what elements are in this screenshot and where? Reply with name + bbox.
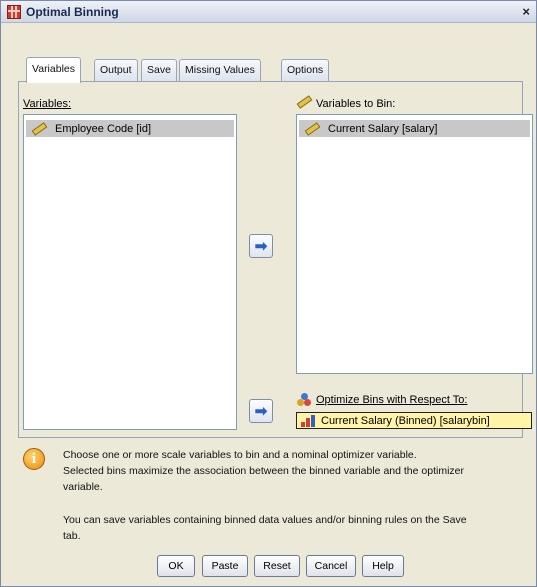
list-item-label: Employee Code [id] [55,122,151,135]
move-to-optimizer-button[interactable]: ➡ [249,399,273,423]
list-item-label: Current Salary [salary] [328,122,438,135]
info-line: You can save variables containing binned… [63,514,467,526]
optimize-bins-label-text: Optimize Bins with Respect To: [316,394,468,406]
tab-missing-values[interactable]: Missing Values [179,59,261,81]
cancel-button[interactable]: Cancel [306,555,356,577]
optimizer-variable-value: Current Salary (Binned) [salarybin] [321,414,490,427]
tab-options[interactable]: Options [281,59,330,81]
nominal-variable-icon [297,393,311,407]
info-line: Selected bins maximize the association b… [63,465,464,477]
list-item[interactable]: Current Salary [salary] [299,120,530,137]
tab-variables[interactable]: Variables [26,57,81,83]
move-arrow-icon: ➡ [254,403,268,420]
info-paragraph-1: Choose one or more scale variables to bi… [63,447,533,495]
variables-label-text: Variables: [23,98,72,110]
variables-to-bin-listbox[interactable]: Current Salary [salary] [296,114,533,374]
tab-save[interactable]: Save [141,59,177,81]
info-icon: i [23,448,45,470]
variables-listbox[interactable]: Employee Code [id] [23,114,237,430]
close-button[interactable]: × [522,4,530,19]
optimizer-variable-field[interactable]: Current Salary (Binned) [salarybin] [296,412,532,429]
list-item[interactable]: Employee Code [id] [26,120,234,137]
scale-ruler-icon [31,121,48,136]
ordinal-bar-icon [301,414,315,427]
title-bar: Optimal Binning × [1,1,536,23]
window-title: Optimal Binning [26,5,119,19]
tab-output[interactable]: Output [94,59,138,81]
info-line: tab. [63,530,81,542]
scale-ruler-icon [304,121,321,136]
reset-button[interactable]: Reset [254,555,300,577]
info-line: Choose one or more scale variables to bi… [63,449,417,461]
help-button[interactable]: Help [362,555,404,577]
app-grid-icon [7,5,21,19]
info-line: variable. [63,481,103,493]
move-to-bin-button[interactable]: ➡ [249,234,273,258]
variables-label: Variables: [23,98,71,110]
optimize-bins-label: Optimize Bins with Respect To: [316,394,467,406]
move-arrow-icon: ➡ [254,238,268,255]
ok-button[interactable]: OK [157,555,195,577]
info-paragraph-2: You can save variables containing binned… [63,512,533,544]
variables-to-bin-label: Variables to Bin: [316,98,396,110]
optimal-binning-dialog: Optimal Binning × Variables Output Save … [0,0,537,587]
paste-button[interactable]: Paste [202,555,248,577]
